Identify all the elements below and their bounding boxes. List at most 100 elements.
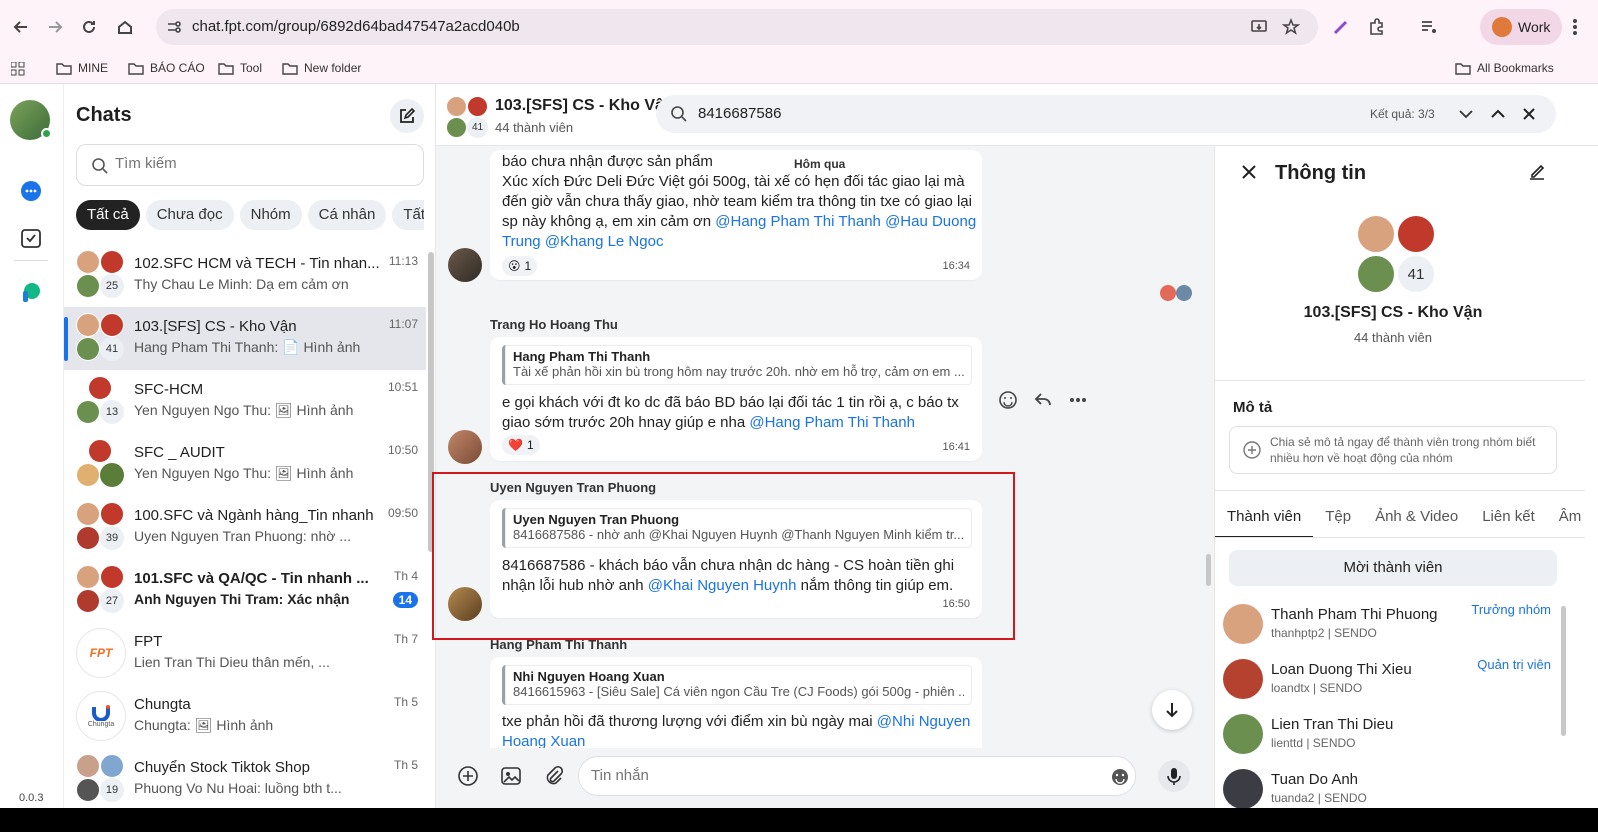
profile-button[interactable]: Work — [1480, 9, 1562, 45]
chat-search-input[interactable] — [115, 155, 405, 172]
filter-unread[interactable]: Chưa đọc — [145, 200, 234, 230]
install-app-icon[interactable] — [1250, 18, 1268, 36]
all-bookmarks[interactable]: All Bookmarks — [1455, 61, 1554, 75]
add-attachment-button[interactable] — [452, 760, 484, 792]
members-scrollbar[interactable] — [1561, 606, 1566, 736]
filter-all[interactable]: Tất cả — [76, 200, 140, 230]
chevron-down-icon[interactable] — [1458, 107, 1474, 121]
filter-more[interactable]: Tất th — [392, 200, 424, 230]
back-button[interactable] — [6, 12, 36, 42]
member-username: lienttd | SENDO — [1271, 736, 1356, 750]
group-avatar[interactable]: 41 — [446, 96, 488, 138]
task-check-icon[interactable] — [20, 227, 42, 249]
message-reaction[interactable]: ❤️ 1 — [502, 435, 540, 455]
close-icon[interactable] — [1241, 164, 1257, 180]
home-button[interactable] — [110, 12, 140, 42]
tab-links[interactable]: Liên kết — [1470, 502, 1547, 537]
filter-groups[interactable]: Nhóm — [239, 200, 302, 230]
media-control-icon[interactable] — [1420, 18, 1438, 36]
mention-link[interactable]: Trung — [502, 233, 541, 250]
file-attach-button[interactable] — [538, 760, 570, 792]
react-button[interactable] — [993, 385, 1023, 415]
quoted-message[interactable]: Hang Pham Thi Thanh Tài xế phản hồi xin … — [502, 345, 972, 385]
forward-button[interactable] — [40, 12, 70, 42]
mention-link[interactable]: @Khang Le Ngoc — [545, 233, 664, 250]
tab-media[interactable]: Ảnh & Video — [1363, 502, 1470, 537]
chat-list-item[interactable]: SFC _ AUDIT Yen Nguyen Ngo Thu: 🖼 Hình ả… — [64, 433, 426, 496]
conversation-scrollbar[interactable] — [1206, 554, 1211, 586]
invite-member-button[interactable]: Mời thành viên — [1229, 550, 1557, 586]
message-bubble[interactable]: báo chưa nhận được sản phẩm Xúc xích Đức… — [490, 150, 982, 280]
pen-extension-icon[interactable] — [1332, 18, 1350, 36]
chat-list-item[interactable]: Chungta Chungta Chungta: 🖼 Hình ảnh Th 5 — [64, 685, 426, 748]
chat-search[interactable] — [76, 144, 424, 186]
image-button[interactable] — [495, 760, 527, 792]
quote-text: 8416615963 - [Siêu Sale] Cá viên ngon Cầ… — [513, 684, 964, 699]
tab-audio[interactable]: Âm — [1547, 502, 1585, 537]
mention-link[interactable]: @Hau Duong — [885, 213, 976, 230]
message-input[interactable] — [591, 767, 1091, 784]
tab-files[interactable]: Tệp — [1313, 502, 1363, 537]
address-bar[interactable]: chat.fpt.com/group/6892d64bad47547a2acd0… — [156, 9, 1318, 45]
member-item[interactable]: Loan Duong Thi Xieu loandtx | SENDO Quản… — [1215, 653, 1571, 705]
bookmark-folder[interactable]: Tool — [218, 61, 262, 75]
paperclip-icon — [546, 765, 564, 785]
bookmark-star-icon[interactable] — [1282, 18, 1300, 36]
member-item[interactable]: Thanh Pham Thi Phuong thanhptp2 | SENDO … — [1215, 598, 1571, 650]
reload-button[interactable] — [74, 12, 104, 42]
chat-bubble-icon[interactable] — [20, 180, 42, 202]
folder-icon — [128, 62, 144, 75]
chat-time: 10:50 — [387, 443, 418, 457]
chat-list-item[interactable]: 19 Chuyển Stock Tiktok Shop Phuong Vo Nu… — [64, 748, 426, 811]
description-box[interactable]: Chia sẻ mô tả ngay để thành viên trong n… — [1229, 426, 1557, 474]
new-chat-button[interactable] — [390, 99, 424, 133]
folder-icon — [218, 62, 234, 75]
chat-list-item[interactable]: 39 100.SFC và Ngành hàng_Tin nhanh Uyen … — [64, 496, 426, 559]
chat-list-item-active[interactable]: 41 103.[SFS] CS - Kho Vận Hang Pham Thi … — [64, 307, 426, 370]
message-search-input[interactable] — [698, 105, 1298, 122]
chat-preview: Thy Chau Le Minh: Dạ em cảm ơn — [134, 276, 349, 292]
quoted-message[interactable]: Nhi Nguyen Hoang Xuan 8416615963 - [Siêu… — [502, 665, 972, 705]
mention-link[interactable]: @Hang Pham Thi Thanh — [749, 414, 915, 431]
apps-grid-icon[interactable] — [11, 62, 25, 76]
bookmark-folder[interactable]: BÁO CÁO — [128, 61, 205, 75]
chat-list-item[interactable]: 25 102.SFC HCM và TECH - Tin nhan... Thy… — [64, 244, 426, 307]
message-bubble[interactable]: Hang Pham Thi Thanh Tài xế phản hồi xin … — [490, 337, 982, 461]
mention-link[interactable]: @Hang Pham Thi Thanh — [715, 213, 881, 230]
info-group-avatar[interactable]: 41 — [1356, 214, 1436, 294]
member-item[interactable]: Lien Tran Thi Dieu lienttd | SENDO — [1215, 708, 1571, 760]
site-settings-icon[interactable] — [166, 19, 182, 35]
tab-members[interactable]: Thành viên — [1215, 502, 1314, 537]
message-input-box[interactable] — [578, 756, 1136, 796]
app-logo-icon[interactable] — [20, 281, 42, 303]
bookmark-folder[interactable]: MINE — [56, 61, 108, 75]
chat-list-item[interactable]: 13 SFC-HCM Yen Nguyen Ngo Thu: 🖼 Hình ản… — [64, 370, 426, 433]
filter-personal[interactable]: Cá nhân — [307, 200, 387, 230]
message-bubble[interactable]: Nhi Nguyen Hoang Xuan 8416615963 - [Siêu… — [490, 657, 982, 748]
arrow-down-icon — [1166, 703, 1178, 718]
mention-link[interactable]: @Nhi Nguyen — [877, 713, 971, 730]
compose-icon — [400, 107, 416, 123]
chat-list-item[interactable]: FPT FPT Lien Tran Thi Dieu thân mến, ...… — [64, 622, 426, 685]
scroll-to-bottom-button[interactable] — [1152, 690, 1192, 730]
mention-link[interactable]: Hoang Xuan — [502, 733, 585, 748]
message-search-bar[interactable]: Kết quả: 3/3 — [656, 95, 1556, 133]
chat-time: 11:07 — [388, 317, 418, 331]
close-icon[interactable] — [1522, 107, 1536, 121]
chat-list-item[interactable]: 27 101.SFC và QA/QC - Tin nhanh ... Anh … — [64, 559, 426, 622]
search-icon — [671, 106, 687, 122]
menu-kebab-icon[interactable] — [1572, 18, 1578, 36]
extensions-puzzle-icon[interactable] — [1367, 17, 1387, 37]
more-actions-button[interactable] — [1063, 385, 1093, 415]
bookmark-folder[interactable]: New folder — [282, 61, 361, 75]
reply-button[interactable] — [1028, 385, 1058, 415]
voice-button[interactable] — [1158, 760, 1190, 792]
sender-avatar[interactable] — [448, 248, 482, 282]
message-line: sp này không ạ, em xin cảm ơn — [502, 213, 716, 230]
emoji-icon[interactable] — [1111, 768, 1129, 786]
chevron-up-icon[interactable] — [1490, 107, 1506, 121]
sender-avatar[interactable] — [448, 430, 482, 464]
message-reaction[interactable]: 😮 1 — [502, 256, 538, 276]
edit-pencil-icon[interactable] — [1527, 162, 1547, 182]
conversation-title: 103.[SFS] CS - Kho Vận — [495, 97, 674, 114]
